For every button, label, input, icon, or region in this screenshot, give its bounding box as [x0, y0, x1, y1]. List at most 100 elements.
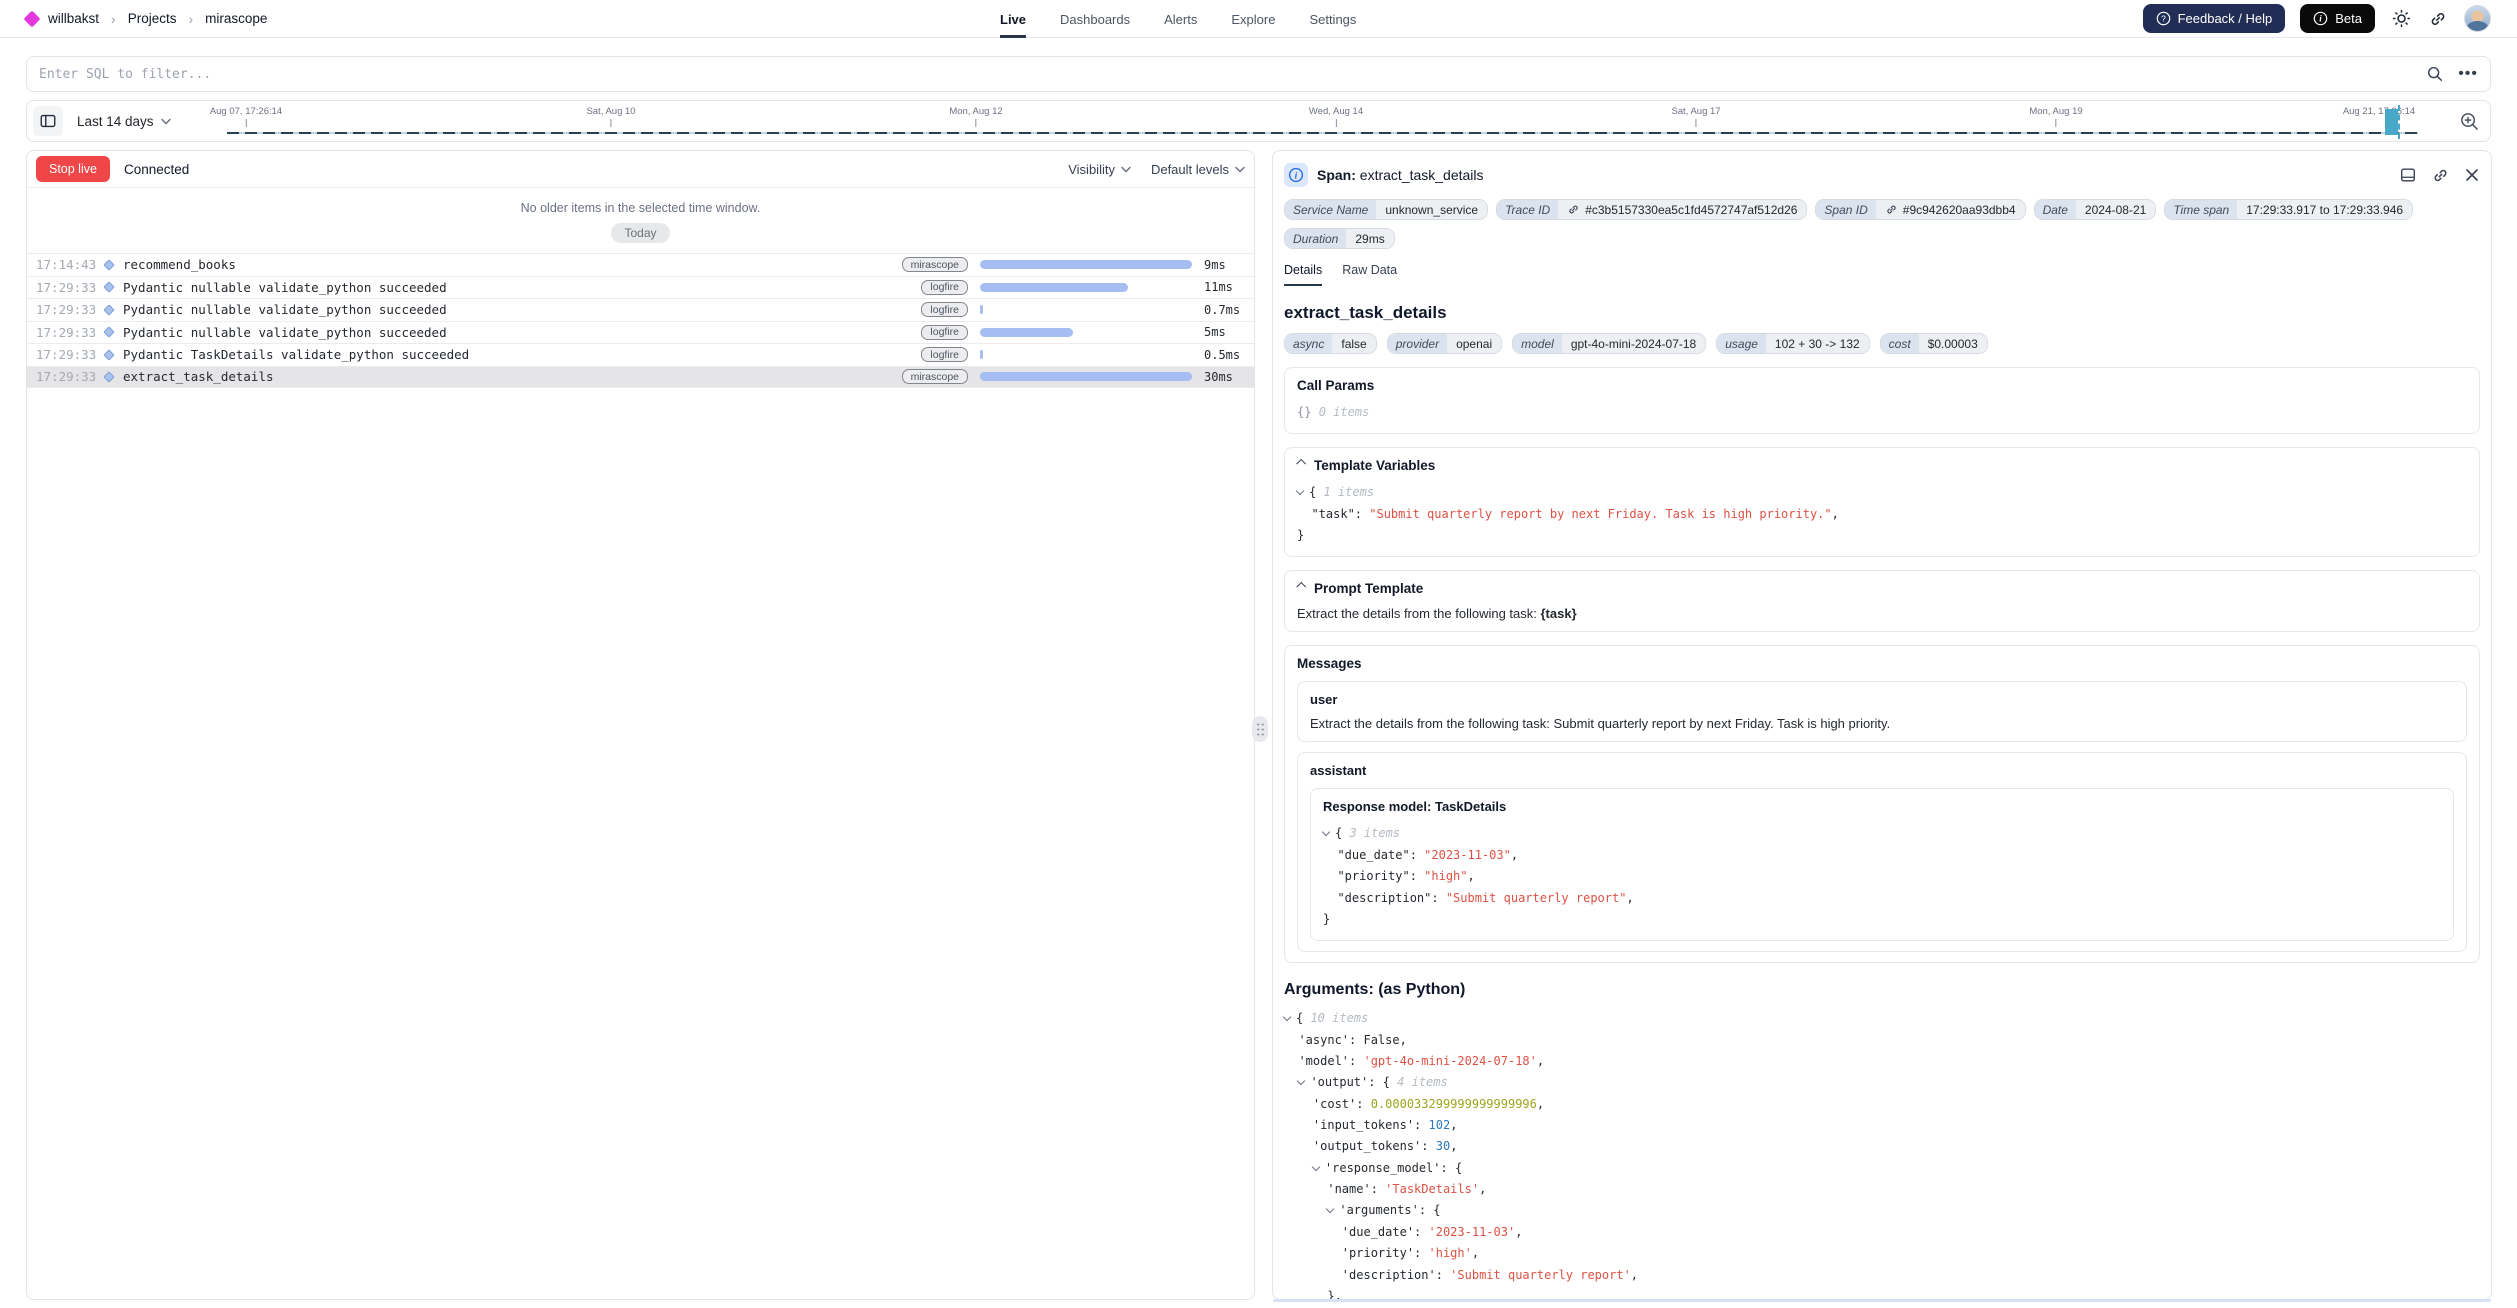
- logo-diamond-icon[interactable]: [24, 10, 41, 27]
- badge-value: openai: [1447, 334, 1501, 353]
- code-line: "due_date": "2023-11-03",: [1323, 845, 2441, 866]
- search-icon[interactable]: [2426, 65, 2444, 83]
- code-line: }: [1297, 525, 2467, 546]
- more-options-icon[interactable]: •••: [2458, 69, 2478, 79]
- timeline-tick: Sat, Aug 10: [586, 106, 635, 127]
- share-link-icon[interactable]: [2427, 8, 2449, 30]
- code-line: { 1 items: [1297, 482, 2467, 503]
- beta-button[interactable]: i Beta: [2300, 4, 2375, 33]
- prompt-template-title[interactable]: Prompt Template: [1297, 581, 2467, 596]
- row-span-name: Pydantic TaskDetails validate_python suc…: [123, 347, 921, 362]
- template-variables-title[interactable]: Template Variables: [1297, 458, 2467, 473]
- today-divider: Today: [611, 223, 669, 243]
- row-duration: 9ms: [1192, 258, 1254, 272]
- span-diamond-icon: [103, 349, 114, 360]
- log-row-validate-python[interactable]: 17:29:33 Pydantic nullable validate_pyth…: [27, 298, 1254, 321]
- sql-filter-input[interactable]: [39, 67, 2412, 82]
- badge-value: $0.00003: [1919, 334, 1987, 353]
- feedback-help-label: Feedback / Help: [2178, 11, 2273, 26]
- breadcrumb-project[interactable]: mirascope: [205, 11, 267, 26]
- row-span-name: Pydantic nullable validate_python succee…: [123, 280, 921, 295]
- duration-bar: [980, 350, 983, 359]
- code-line: 'cost': 0.000033299999999999996,: [1284, 1094, 2480, 1115]
- timeline-dashed-line: [227, 132, 2418, 135]
- code-line: 'model': 'gpt-4o-mini-2024-07-18',: [1284, 1051, 2480, 1072]
- span-info-icon: i: [1284, 163, 1308, 187]
- model-badge: model gpt-4o-mini-2024-07-18: [1512, 333, 1706, 354]
- code-line: 'priority': 'high',: [1284, 1243, 2480, 1264]
- dock-panel-icon[interactable]: [2399, 166, 2417, 184]
- breadcrumb-projects[interactable]: Projects: [128, 11, 177, 26]
- log-row-recommend-books[interactable]: 17:14:43 recommend_books mirascope 9ms: [27, 253, 1254, 276]
- timeline-activity-marker[interactable]: [2385, 109, 2398, 135]
- span-diamond-icon: [103, 259, 114, 270]
- log-row-taskdetails-validate[interactable]: 17:29:33 Pydantic TaskDetails validate_p…: [27, 343, 1254, 366]
- row-span-name: recommend_books: [123, 257, 902, 272]
- zoom-in-icon[interactable]: [2459, 111, 2480, 132]
- breadcrumb-workspace[interactable]: willbakst: [48, 11, 99, 26]
- duration-bar-track: [980, 305, 1192, 314]
- span-title: Span: extract_task_details: [1317, 167, 1484, 183]
- collapse-chevron-icon[interactable]: [1297, 584, 1306, 593]
- code-line: { 10 items: [1284, 1008, 2480, 1029]
- log-row-validate-python[interactable]: 17:29:33 Pydantic nullable validate_pyth…: [27, 321, 1254, 344]
- tab-dashboards[interactable]: Dashboards: [1060, 0, 1130, 38]
- stop-live-button[interactable]: Stop live: [36, 156, 110, 182]
- tab-details[interactable]: Details: [1284, 263, 1322, 286]
- row-duration: 0.7ms: [1192, 303, 1254, 317]
- visibility-dropdown[interactable]: Visibility: [1068, 162, 1131, 177]
- row-scope-badge: logfire: [921, 302, 968, 317]
- tab-settings[interactable]: Settings: [1309, 0, 1356, 38]
- panel-resize-handle[interactable]: [1252, 716, 1268, 742]
- code-line: 'output': { 4 items: [1284, 1072, 2480, 1093]
- duration-bar-track: [980, 350, 1192, 359]
- close-icon[interactable]: [2464, 167, 2480, 183]
- span-diamond-icon: [103, 282, 114, 293]
- time-range-dropdown[interactable]: Last 14 days: [77, 114, 171, 129]
- span-diamond-icon: [103, 327, 114, 338]
- row-span-name: Pydantic nullable validate_python succee…: [123, 325, 921, 340]
- duration-bar-track: [980, 283, 1192, 292]
- tab-raw-data[interactable]: Raw Data: [1342, 263, 1397, 286]
- log-row-extract-task-details[interactable]: 17:29:33 extract_task_details mirascope …: [27, 366, 1254, 389]
- arguments-heading: Arguments: (as Python): [1284, 981, 2480, 999]
- code-line: "priority": "high",: [1323, 866, 2441, 887]
- user-message-card: user Extract the details from the follow…: [1297, 681, 2467, 742]
- code-line: 'input_tokens': 102,: [1284, 1115, 2480, 1136]
- horizontal-scrollbar[interactable]: [1273, 1299, 2491, 1302]
- chevron-down-icon: [161, 118, 171, 125]
- badge-label: usage: [1717, 334, 1766, 353]
- user-role-label: user: [1310, 692, 2454, 707]
- default-levels-dropdown[interactable]: Default levels: [1151, 162, 1245, 177]
- theme-toggle-sun-icon[interactable]: [2390, 8, 2412, 30]
- template-variables-code: { 1 items "task": "Submit quarterly repo…: [1297, 482, 2467, 546]
- badge-label: Span ID: [1816, 200, 1875, 219]
- badge-value: 102 + 30 -> 132: [1766, 334, 1869, 353]
- code-line: 'arguments': {: [1284, 1200, 2480, 1221]
- tab-explore[interactable]: Explore: [1231, 0, 1275, 38]
- prompt-variable: {task}: [1541, 606, 1577, 621]
- trace-id-badge[interactable]: Trace ID #c3b5157330ea5c1fd4572747af512d…: [1496, 199, 1807, 220]
- call-params-code: {} 0 items: [1297, 402, 2467, 423]
- tab-alerts[interactable]: Alerts: [1164, 0, 1197, 38]
- tab-live[interactable]: Live: [1000, 0, 1026, 38]
- sidebar-toggle-button[interactable]: [33, 106, 63, 136]
- badge-label: provider: [1388, 334, 1447, 353]
- row-timestamp: 17:29:33: [27, 369, 105, 384]
- code-line: 'output_tokens': 30,: [1284, 1136, 2480, 1157]
- user-avatar[interactable]: [2464, 5, 2491, 32]
- open-link-icon[interactable]: [2431, 166, 2450, 185]
- default-levels-label: Default levels: [1151, 162, 1229, 177]
- log-row-validate-python[interactable]: 17:29:33 Pydantic nullable validate_pyth…: [27, 276, 1254, 299]
- code-line: }: [1323, 909, 2441, 930]
- sql-filter-bar: •••: [26, 56, 2491, 92]
- collapse-chevron-icon[interactable]: [1297, 461, 1306, 470]
- svg-text:i: i: [1295, 172, 1298, 182]
- response-model-card: Response model: TaskDetails { 3 items "d…: [1310, 788, 2454, 941]
- span-id-badge[interactable]: Span ID #9c942620aa93dbb4: [1815, 199, 2025, 220]
- badge-value: 29ms: [1346, 229, 1393, 248]
- badge-value: #9c942620aa93dbb4: [1876, 200, 2025, 219]
- user-message-text: Extract the details from the following t…: [1310, 716, 2454, 731]
- feedback-help-button[interactable]: ? Feedback / Help: [2143, 4, 2286, 33]
- badge-label: Trace ID: [1497, 200, 1558, 219]
